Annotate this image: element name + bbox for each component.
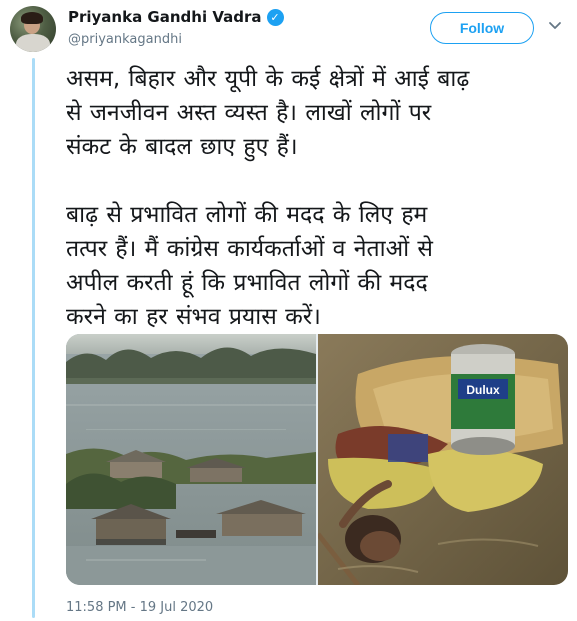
author-handle[interactable]: @priyankagandhi <box>68 32 182 47</box>
thread-line <box>32 58 35 618</box>
author-name[interactable]: Priyanka Gandhi Vadra <box>68 8 262 26</box>
avatar[interactable] <box>10 6 56 52</box>
avatar-hair-shape <box>21 12 43 24</box>
avatar-body-shape <box>16 34 50 52</box>
paint-can-shape <box>451 344 515 455</box>
can-label: Dulux <box>466 383 500 397</box>
flooded-village-photo[interactable] <box>66 334 316 585</box>
media-grid: Dulux <box>66 334 568 585</box>
chevron-down-icon[interactable] <box>548 18 562 32</box>
follow-button[interactable]: Follow <box>430 12 534 44</box>
author-name-row: Priyanka Gandhi Vadra ✓ <box>68 8 284 26</box>
tweet-text: असम, बिहार और यूपी के कई क्षेत्रों में आ… <box>66 66 470 330</box>
tweet-timestamp[interactable]: 11:58 PM - 19 Jul 2020 <box>66 600 213 615</box>
man-swimming-with-belongings-photo[interactable]: Dulux <box>318 334 568 585</box>
verified-badge-icon: ✓ <box>266 8 284 26</box>
